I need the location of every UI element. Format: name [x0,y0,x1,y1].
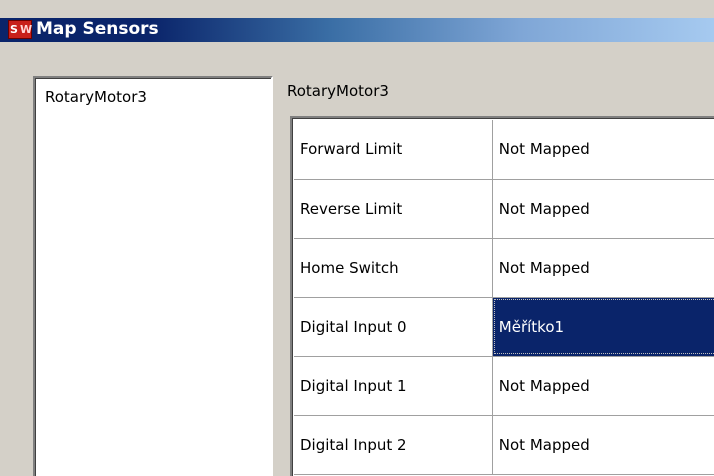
title-bar[interactable]: S W Map Sensors [0,18,714,42]
table-row[interactable]: Digital Input 0 Měřítko1 [294,297,714,357]
sensor-name-cell[interactable]: Reverse Limit [294,179,493,239]
sensor-mapping-cell[interactable]: Not Mapped [492,179,714,239]
sensor-group-label: RotaryMotor3 [287,82,389,100]
sensor-mapping-cell[interactable]: Not Mapped [492,356,714,416]
sensor-name-cell[interactable]: Digital Input 1 [294,356,493,416]
app-logo-letter-s: S [10,23,18,36]
sensor-mapping-table: Forward Limit Not Mapped Reverse Limit N… [294,120,714,475]
sensor-mapping-cell[interactable]: Not Mapped [492,415,714,475]
sensor-mapping-cell-selected[interactable]: Měřítko1 [492,297,714,357]
app-logo-letter-w: W [20,23,33,36]
sensor-name-cell[interactable]: Digital Input 0 [294,297,493,357]
table-row[interactable]: Digital Input 2 Not Mapped [294,415,714,475]
table-row[interactable]: Forward Limit Not Mapped [294,120,714,180]
sensor-mapping-cell[interactable]: Not Mapped [492,120,714,180]
sensor-name-cell[interactable]: Forward Limit [294,120,493,180]
sensor-name-cell[interactable]: Digital Input 2 [294,415,493,475]
sensor-name-cell[interactable]: Home Switch [294,238,493,298]
table-row[interactable]: Reverse Limit Not Mapped [294,179,714,239]
app-logo-icon[interactable]: S W [8,20,32,39]
table-row[interactable]: Digital Input 1 Not Mapped [294,356,714,416]
motor-list-item[interactable]: RotaryMotor3 [45,88,147,106]
table-row[interactable]: Home Switch Not Mapped [294,238,714,298]
motor-list[interactable]: RotaryMotor3 [33,76,273,476]
sensor-mapping-grid[interactable]: Forward Limit Not Mapped Reverse Limit N… [290,116,714,476]
window-title: Map Sensors [36,19,159,39]
sensor-mapping-cell[interactable]: Not Mapped [492,238,714,298]
